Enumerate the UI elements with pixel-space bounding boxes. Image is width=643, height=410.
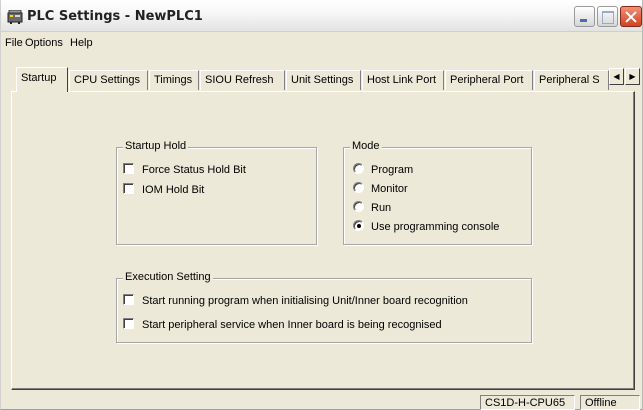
radio-circle-selected[interactable] bbox=[353, 220, 364, 231]
start-running-program-label: Start running program when initialising … bbox=[142, 295, 468, 307]
tab-peripheral-s[interactable]: Peripheral S bbox=[534, 70, 609, 90]
radio-circle[interactable] bbox=[353, 182, 364, 193]
status-connection: Offline bbox=[580, 395, 640, 410]
execution-setting-legend: Execution Setting bbox=[123, 271, 213, 283]
mode-legend: Mode bbox=[350, 140, 382, 152]
checkbox-box[interactable] bbox=[123, 318, 134, 329]
plc-settings-window: PLC Settings - NewPLC1 File Options Help… bbox=[0, 0, 643, 410]
tab-timings[interactable]: Timings bbox=[149, 70, 199, 90]
mode-use-programming-console-radio[interactable]: Use programming console bbox=[353, 220, 499, 233]
mode-group: Mode Program Monitor Run Use programming… bbox=[343, 140, 532, 245]
tab-cpu-settings[interactable]: CPU Settings bbox=[69, 70, 148, 90]
tab-unit-settings[interactable]: Unit Settings bbox=[286, 70, 361, 90]
plc-app-icon bbox=[7, 10, 23, 24]
tab-peripheral-port[interactable]: Peripheral Port bbox=[445, 70, 533, 90]
startup-hold-group: Startup Hold Force Status Hold Bit IOM H… bbox=[116, 140, 317, 245]
mode-program-label: Program bbox=[371, 164, 414, 176]
settings-tabs: Startup CPU Settings Timings SIOU Refres… bbox=[11, 64, 641, 94]
startup-hold-legend: Startup Hold bbox=[123, 140, 189, 152]
tab-siou-refresh[interactable]: SIOU Refresh bbox=[200, 70, 285, 90]
title-bar[interactable]: PLC Settings - NewPLC1 bbox=[1, 0, 642, 32]
menu-options[interactable]: Options bbox=[25, 37, 63, 49]
force-status-hold-bit-label: Force Status Hold Bit bbox=[142, 164, 246, 176]
status-model: CS1D-H-CPU65 bbox=[480, 395, 575, 410]
start-peripheral-service-label: Start peripheral service when Inner boar… bbox=[142, 319, 442, 331]
startup-tab-panel: Startup Hold Force Status Hold Bit IOM H… bbox=[11, 91, 635, 390]
scroll-right-icon[interactable]: ▶ bbox=[625, 68, 640, 85]
status-bar: CS1D-H-CPU65 Offline bbox=[1, 392, 642, 410]
checkbox-box[interactable] bbox=[123, 183, 134, 194]
checkbox-box[interactable] bbox=[123, 294, 134, 305]
menu-file[interactable]: File bbox=[5, 37, 23, 49]
tab-host-link-port[interactable]: Host Link Port bbox=[362, 70, 444, 90]
menu-help[interactable]: Help bbox=[70, 37, 93, 49]
maximize-button[interactable] bbox=[597, 6, 618, 27]
mode-run-radio[interactable]: Run bbox=[353, 201, 391, 214]
tab-startup[interactable]: Startup bbox=[16, 67, 68, 92]
close-button[interactable] bbox=[620, 6, 642, 27]
menu-bar: File Options Help bbox=[1, 33, 642, 53]
iom-hold-bit-checkbox[interactable]: IOM Hold Bit bbox=[123, 183, 204, 196]
iom-hold-bit-label: IOM Hold Bit bbox=[142, 184, 205, 196]
minimize-button[interactable] bbox=[574, 6, 595, 27]
mode-run-label: Run bbox=[371, 202, 392, 214]
start-peripheral-service-checkbox[interactable]: Start peripheral service when Inner boar… bbox=[123, 318, 442, 331]
start-running-program-checkbox[interactable]: Start running program when initialising … bbox=[123, 294, 468, 307]
mode-monitor-radio[interactable]: Monitor bbox=[353, 182, 408, 195]
execution-setting-group: Execution Setting Start running program … bbox=[116, 271, 532, 343]
mode-use-programming-console-label: Use programming console bbox=[371, 221, 500, 233]
scroll-left-icon[interactable]: ◀ bbox=[609, 68, 624, 85]
radio-circle[interactable] bbox=[353, 201, 364, 212]
mode-monitor-label: Monitor bbox=[371, 183, 408, 195]
checkbox-box[interactable] bbox=[123, 163, 134, 174]
window-title: PLC Settings - NewPLC1 bbox=[27, 9, 203, 24]
force-status-hold-bit-checkbox[interactable]: Force Status Hold Bit bbox=[123, 163, 246, 176]
radio-circle[interactable] bbox=[353, 163, 364, 174]
mode-program-radio[interactable]: Program bbox=[353, 163, 413, 176]
